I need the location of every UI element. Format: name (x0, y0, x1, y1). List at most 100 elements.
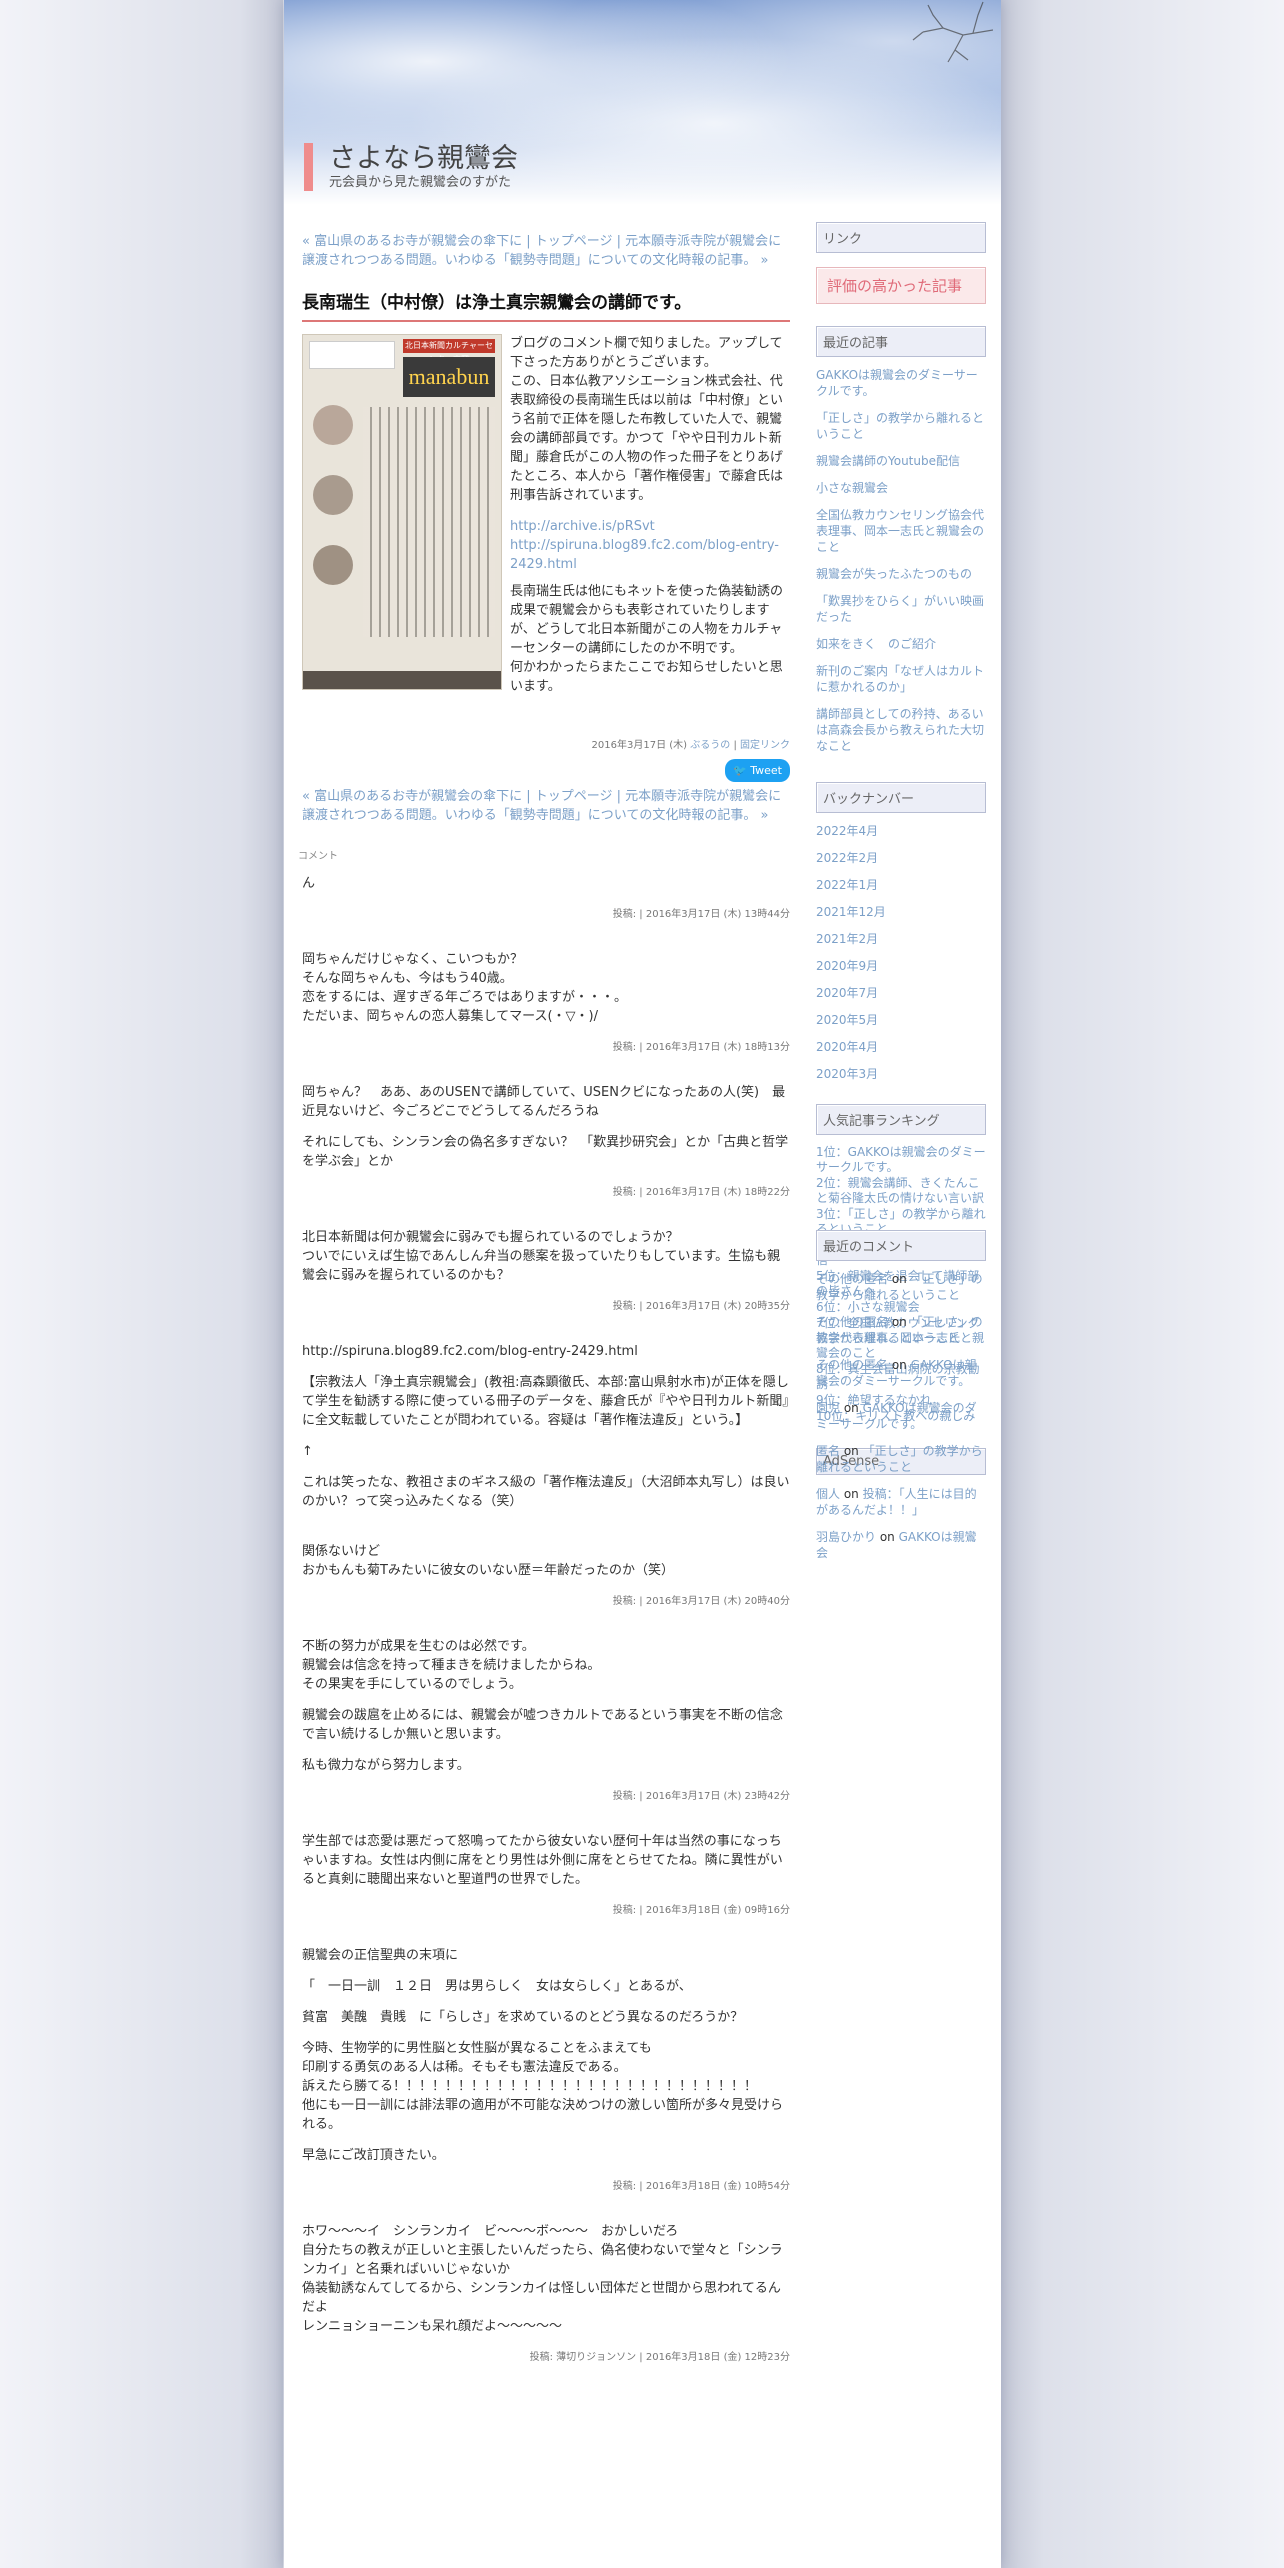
top-rated-box: 評価の高かった記事 (816, 267, 986, 304)
comment-body: 学生部では恋愛は悪だって怒鳴ってたから彼女いない歴何十年は当然の事になっちゃいま… (302, 1832, 790, 1889)
comment-body: 岡ちゃん？ ああ、あのUSENで講師していて、USENクビになったあの人(笑) … (302, 1083, 790, 1171)
top-page-link[interactable]: トップページ (535, 789, 613, 804)
backnumber-link[interactable]: 2020年9月 (816, 959, 878, 973)
backnumber-link[interactable]: 2020年7月 (816, 986, 878, 1000)
photo-text-columns (363, 407, 495, 637)
backnumber-link[interactable]: 2022年1月 (816, 878, 878, 892)
top-page-link[interactable]: トップページ (535, 234, 613, 249)
author-link[interactable]: ぶるうの (690, 740, 730, 751)
comment-paragraph: 岡ちゃん？ ああ、あのUSENで講師していて、USENクビになったあの人(笑) … (302, 1085, 786, 1119)
prev-entry-link[interactable]: « 富山県のあるお寺が親鸞会の傘下に (302, 234, 522, 249)
backnumber-link[interactable]: 2020年4月 (816, 1040, 878, 1054)
spiruna-link[interactable]: http://spiruna.blog89.fc2.com/blog-entry… (510, 538, 779, 572)
comment: http://spiruna.blog89.fc2.com/blog-entry… (302, 1342, 790, 1611)
recent-entry-link[interactable]: 小さな親鸞会 (816, 481, 888, 495)
archive-link[interactable]: http://archive.is/pRSvt (510, 519, 655, 534)
comment-paragraph: 私も微力ながら努力します。 (302, 1758, 470, 1773)
commenter-link[interactable]: 羽島ひかり (816, 1530, 876, 1544)
comment-paragraph: 岡ちゃんだけじゃなく、こいつもか？ そんな岡ちゃんも、今はもう40歳。 恋をする… (302, 952, 628, 1024)
recent-comment-item: 羽島ひかり on GAKKOは親鸞会 (816, 1529, 986, 1561)
top-rated-heading[interactable]: 評価の高かった記事 (816, 267, 986, 304)
commenter-link[interactable]: その他の匿名 (816, 1358, 888, 1372)
recent-entry-link[interactable]: 親鸞会が失ったふたつのもの (816, 567, 972, 581)
photo-portrait-area (309, 341, 395, 369)
commenter-link[interactable]: その他の匿名 (816, 1315, 888, 1329)
commenter-link[interactable]: その他の匿名 (816, 1272, 888, 1286)
prev-entry-link[interactable]: « 富山県のあるお寺が親鸞会の傘下に (302, 789, 522, 804)
backnumber-link[interactable]: 2020年5月 (816, 1013, 878, 1027)
recent-entry-item: 「歎異抄をひらく」がいい映画だった (816, 593, 986, 625)
recent-entry-item: 講師部員としての矜持、あるいは高森会長から教えられた大切なこと (816, 706, 986, 754)
comment-paragraph: 親鸞会の正信聖典の末項に (302, 1948, 459, 1963)
recent-comments-list: その他の匿名 on 「正しさ」の教学から離れるということ その他の匿名 on 「正… (816, 1271, 986, 1561)
recent-entry-item: 小さな親鸞会 (816, 480, 986, 496)
comment-paragraph: ホワ～～～イ シンランカイ ビ～～～ボ～～～ おかしいだろ 自分たちの教えが正し… (302, 2224, 783, 2334)
commenter-link[interactable]: 園児 (816, 1401, 840, 1415)
comment: 学生部では恋愛は悪だって怒鳴ってたから彼女いない歴何十年は当然の事になっちゃいま… (302, 1832, 790, 1920)
comments-list: ん投稿: | 2016年3月17日 (木) 13時44分岡ちゃんだけじゃなく、こ… (302, 874, 790, 2367)
nav-separator: | (522, 234, 535, 249)
entry-nav-bottom: « 富山県のあるお寺が親鸞会の傘下に | トップページ | 元本願寺派寺院が親鸞… (302, 787, 790, 825)
ranking-item: 2位：親鸞会講師、きくたんこと菊谷隆太氏の情けない言い訳 (816, 1176, 986, 1206)
on-text: on (876, 1530, 899, 1544)
recent-entry-link[interactable]: 「歎異抄をひらく」がいい映画だった (816, 594, 984, 624)
recent-entry-item: 親鸞会講師のYoutube配信 (816, 453, 986, 469)
comment-paragraph: ↑ (302, 1444, 313, 1459)
comment-meta: 投稿: | 2016年3月18日 (金) 10時54分 (612, 2181, 790, 2192)
on-text: on (888, 1272, 911, 1286)
backnumber-link[interactable]: 2021年12月 (816, 905, 886, 919)
comment-paragraph: 【宗教法人「浄土真宗親鸞会」(教祖:高森顕徹氏、本部:富山県射水市)が正体を隠し… (302, 1375, 789, 1428)
backnumber-item: 2020年7月 (816, 985, 986, 1001)
recent-entry-link[interactable]: 講師部員としての矜持、あるいは高森会長から教えられた大切なこと (816, 707, 984, 753)
comment-meta: 投稿: | 2016年3月18日 (金) 09時16分 (612, 1905, 790, 1916)
comment-paragraph: それにしても、シンラン会の偽名多すぎない？ 「歎異抄研究会」とか「古典と哲学を学… (302, 1135, 789, 1169)
recent-entry-link[interactable]: 如来をきく のご紹介 (816, 637, 936, 651)
recent-entry-item: 如来をきく のご紹介 (816, 636, 986, 652)
recent-comments-heading: 最近のコメント (816, 1230, 986, 1261)
backnumber-link[interactable]: 2022年4月 (816, 824, 878, 838)
comment-paragraph: 早急にご改訂頂きたい。 (302, 2148, 445, 2163)
comment-body: ホワ～～～イ シンランカイ ビ～～～ボ～～～ おかしいだろ 自分たちの教えが正し… (302, 2222, 790, 2336)
recent-comment-item: 園児 on GAKKOは親鸞会のダミーサークルです。 (816, 1400, 986, 1432)
recent-entries-box: 最近の記事 GAKKOは親鸞会のダミーサークルです。 「正しさ」の教学から離れると… (816, 326, 986, 754)
recent-entry-link[interactable]: 新刊のご案内「なぜ人はカルトに惹かれるのか」 (816, 664, 984, 694)
recent-comment-item: 匿名 on 「正しさ」の教学から離れるということ (816, 1443, 986, 1475)
commenter-link[interactable]: 匿名 (816, 1444, 840, 1458)
on-text: on (840, 1444, 863, 1458)
site-title[interactable]: さよなら親鸞会 (329, 143, 518, 173)
main-column: « 富山県のあるお寺が親鸞会の傘下に | トップページ | 元本願寺派寺院が親鸞… (298, 232, 790, 2393)
recent-entry-link[interactable]: GAKKOは親鸞会のダミーサークルです。 (816, 368, 978, 398)
ranking-item: 1位：GAKKOは親鸞会のダミーサークルです。 (816, 1145, 986, 1175)
comment-meta: 投稿: | 2016年3月17日 (木) 20時40分 (612, 1596, 790, 1607)
comment-body: ん (302, 874, 790, 893)
ranking-number: 1位： (816, 1145, 848, 1159)
permalink-link[interactable]: 固定リンク (740, 740, 790, 751)
recent-entry-item: 新刊のご案内「なぜ人はカルトに惹かれるのか」 (816, 663, 986, 695)
backnumber-link[interactable]: 2021年2月 (816, 932, 878, 946)
backnumber-item: 2022年1月 (816, 877, 986, 893)
recent-entry-link[interactable]: 親鸞会講師のYoutube配信 (816, 454, 960, 468)
photo-tag: 北日本新聞カルチャーセンター高岡 (403, 339, 495, 364)
ranking-heading: 人気記事ランキング (816, 1104, 986, 1135)
backnumber-link[interactable]: 2022年2月 (816, 851, 878, 865)
recent-entry-link[interactable]: 「正しさ」の教学から離れるということ (816, 411, 984, 441)
recent-entry-link[interactable]: 全国仏教カウンセリング協会代表理事、岡本一志氏と親鸞会のこと (816, 508, 984, 554)
tweet-button[interactable]: 🐦 Tweet (725, 759, 790, 782)
comment: ん投稿: | 2016年3月17日 (木) 13時44分 (302, 874, 790, 924)
on-text: on (840, 1487, 863, 1501)
backnumber-list: 2022年4月 2022年2月 2022年1月 2021年12月 2021年2月 2020… (816, 823, 986, 1082)
ranking-number: 2位： (816, 1176, 848, 1190)
comment: 岡ちゃん？ ああ、あのUSENで講師していて、USENクビになったあの人(笑) … (302, 1083, 790, 1202)
commenter-link[interactable]: 個人 (816, 1487, 840, 1501)
comment: 北日本新聞は何か親鸞会に弱みでも握られているのでしょうか？ ついでにいえば生協で… (302, 1228, 790, 1316)
newspaper-photo[interactable]: 北日本新聞カルチャーセンター高岡 manabun (302, 334, 502, 690)
entry-body: 北日本新聞カルチャーセンター高岡 manabun ブログのコメント欄で知りました… (302, 334, 790, 782)
ranking-number: 3位： (816, 1207, 848, 1221)
tweet-label: Tweet (750, 764, 782, 777)
photo-footer-strip (303, 671, 501, 689)
comment-meta: 投稿: | 2016年3月17日 (木) 18時22分 (612, 1187, 790, 1198)
entry-date: 2016年3月17日 (木) (591, 740, 688, 751)
recent-comments-box: 最近のコメント その他の匿名 on 「正しさ」の教学から離れるということ その他の… (816, 1230, 986, 1572)
comment-meta: 投稿: | 2016年3月17日 (木) 13時44分 (612, 909, 790, 920)
backnumber-link[interactable]: 2020年3月 (816, 1067, 878, 1081)
